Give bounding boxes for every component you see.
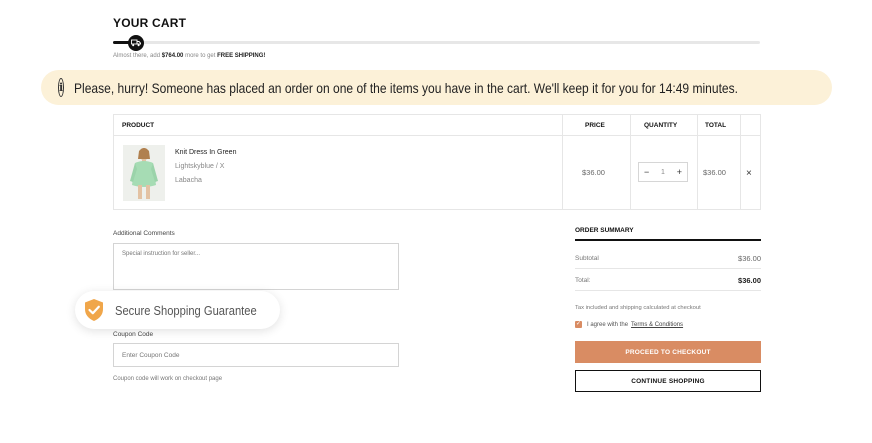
agree-text: I agree with the bbox=[587, 321, 629, 328]
decrease-quantity-button[interactable]: − bbox=[644, 167, 649, 177]
column-divider bbox=[740, 115, 741, 209]
secure-shopping-badge: Secure Shopping Guarantee bbox=[75, 291, 280, 329]
comments-textarea[interactable] bbox=[113, 243, 399, 290]
comments-label: Additional Comments bbox=[113, 230, 175, 237]
free-shipping-message: Almost there, add $764.00 more to get FR… bbox=[113, 53, 265, 59]
product-total: $36.00 bbox=[703, 168, 726, 177]
shipping-amount: $764.00 bbox=[161, 53, 184, 59]
secure-shopping-text: Secure Shopping Guarantee bbox=[115, 302, 257, 318]
summary-row-divider bbox=[575, 268, 761, 269]
terms-checkbox[interactable]: ✓ bbox=[575, 321, 582, 328]
product-image[interactable] bbox=[123, 145, 165, 201]
product-image-figure bbox=[123, 145, 165, 201]
proceed-to-checkout-button[interactable]: PROCEED TO CHECKOUT bbox=[575, 341, 761, 363]
header-total: TOTAL bbox=[705, 122, 727, 129]
column-divider bbox=[562, 115, 563, 209]
terms-link[interactable]: Terms & Conditions bbox=[631, 322, 683, 328]
shipping-progress-bar bbox=[113, 41, 760, 44]
total-value: $36.00 bbox=[738, 276, 761, 285]
info-icon: i bbox=[58, 78, 65, 97]
product-price: $36.00 bbox=[582, 168, 605, 177]
summary-row-divider bbox=[575, 290, 761, 291]
terms-agreement[interactable]: ✓ I agree with the Terms & Conditions bbox=[575, 321, 683, 328]
product-vendor: Labacha bbox=[175, 177, 202, 184]
summary-divider bbox=[575, 239, 761, 241]
column-divider bbox=[697, 115, 698, 209]
shipping-msg-free: FREE SHIPPING! bbox=[217, 53, 266, 59]
cart-table: PRODUCT PRICE QUANTITY TOTAL Knit Dress … bbox=[113, 114, 761, 210]
tax-note: Tax included and shipping calculated at … bbox=[575, 305, 701, 311]
hurry-banner: i Please, hurry! Someone has placed an o… bbox=[41, 70, 832, 105]
hurry-banner-text: Please, hurry! Someone has placed an ord… bbox=[74, 79, 739, 96]
increase-quantity-button[interactable]: + bbox=[677, 167, 682, 177]
subtotal-value: $36.00 bbox=[738, 254, 761, 263]
shipping-msg-prefix: Almost there, add bbox=[113, 53, 162, 59]
quantity-stepper[interactable]: − 1 + bbox=[638, 162, 688, 182]
table-header-divider bbox=[114, 135, 760, 136]
quantity-value[interactable]: 1 bbox=[661, 169, 665, 176]
header-quantity: QUANTITY bbox=[644, 122, 678, 129]
subtotal-label: Subtotal bbox=[575, 255, 599, 262]
remove-item-button[interactable]: × bbox=[746, 168, 752, 179]
truck-icon bbox=[128, 35, 144, 51]
continue-shopping-button[interactable]: CONTINUE SHOPPING bbox=[575, 370, 761, 392]
coupon-input[interactable] bbox=[113, 343, 399, 367]
coupon-note: Coupon code will work on checkout page bbox=[113, 376, 223, 382]
truck-icon-glyph bbox=[131, 39, 141, 47]
total-label: Total: bbox=[575, 277, 591, 284]
shield-check-icon bbox=[85, 299, 103, 321]
product-variant: Lightskyblue / X bbox=[175, 163, 225, 170]
order-summary-title: ORDER SUMMARY bbox=[575, 227, 634, 234]
column-divider bbox=[630, 115, 631, 209]
product-name[interactable]: Knit Dress In Green bbox=[175, 149, 236, 156]
shipping-msg-middle: more to get bbox=[183, 53, 218, 59]
page-title: YOUR CART bbox=[113, 16, 187, 30]
header-product: PRODUCT bbox=[122, 122, 155, 129]
coupon-label: Coupon Code bbox=[113, 331, 154, 338]
header-price: PRICE bbox=[585, 122, 605, 129]
